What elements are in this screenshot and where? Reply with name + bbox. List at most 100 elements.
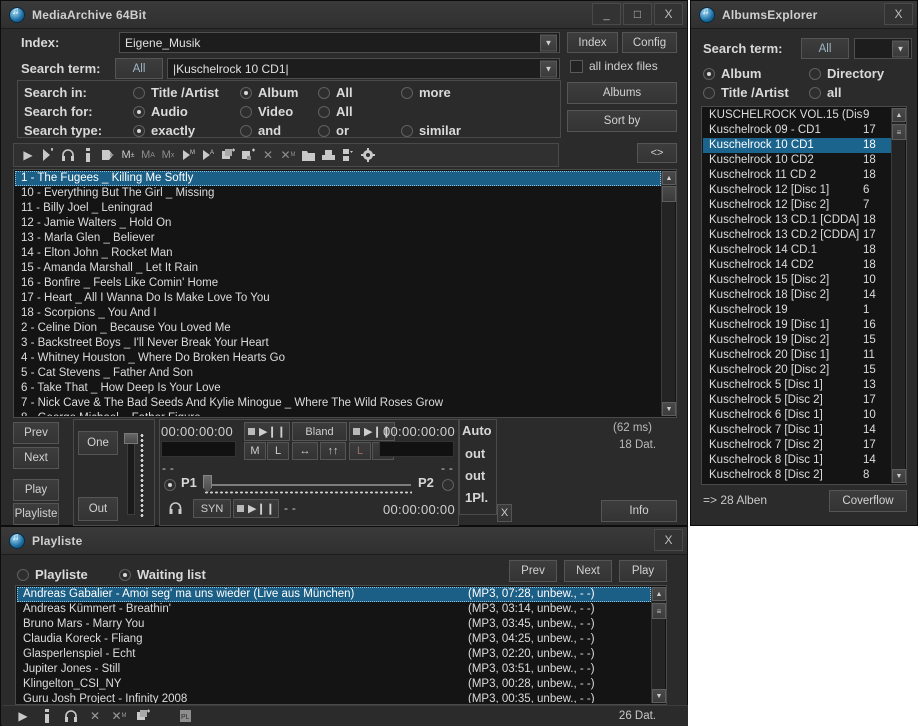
up-up-button[interactable]: ↑↑ <box>320 442 346 460</box>
chevron-down-icon[interactable]: ▼ <box>892 40 909 57</box>
delete-x-icon[interactable]: ✕ <box>260 147 276 163</box>
radio-playlist-mode-playliste[interactable]: Playliste <box>17 567 88 582</box>
m-button[interactable]: M <box>244 442 266 460</box>
radio-search-type-exactly[interactable]: exactly <box>133 123 195 138</box>
headphones-icon[interactable] <box>167 500 183 516</box>
result-row[interactable]: 4 - Whitney Houston _ Where Do Broken He… <box>15 351 661 366</box>
out-label-2[interactable]: out <box>465 468 485 483</box>
folder-icon[interactable] <box>300 147 316 163</box>
close-button[interactable]: X <box>884 3 913 25</box>
stop-play-button-left[interactable]: ▶❙❙ <box>244 422 290 441</box>
play-m-icon[interactable]: M <box>180 147 196 163</box>
album-row[interactable]: Kuschelrock 12 [Disc 1]6 <box>703 183 891 198</box>
album-row[interactable]: Kuschelrock 18 [Disc 2]14 <box>703 288 891 303</box>
tag-play-icon[interactable] <box>100 147 116 163</box>
result-row[interactable]: 15 - Amanda Marshall _ Let It Rain <box>15 261 661 276</box>
playlist-row[interactable]: Claudia Koreck - Fliang(MP3, 04:25, unbe… <box>17 632 651 647</box>
scroll-thumb[interactable]: ≡ <box>892 124 906 140</box>
sort-by-button[interactable]: Sort by <box>567 110 677 132</box>
albums-list[interactable]: KUSCHELROCK VOL.15 (Disc 19Kuschelrock 0… <box>701 106 907 485</box>
play-icon[interactable]: ▶ <box>20 147 36 163</box>
playlist-row[interactable]: Jupiter Jones - Still(MP3, 03:51, unbew.… <box>17 662 651 677</box>
playlist-row[interactable]: Glasperlenspiel - Echt(MP3, 02:20, unbew… <box>17 647 651 662</box>
info-icon[interactable] <box>39 708 55 724</box>
play-a-icon[interactable]: A <box>200 147 216 163</box>
result-row[interactable]: 5 - Cat Stevens _ Father And Son <box>15 366 661 381</box>
playliste-button[interactable]: Playliste <box>13 503 59 525</box>
scroll-up-icon[interactable]: ▲ <box>652 587 666 601</box>
gear-icon[interactable] <box>360 147 376 163</box>
results-scrollbar[interactable]: ▲ ▼ <box>661 171 675 416</box>
playlist-prev-button[interactable]: Prev <box>509 560 557 582</box>
result-row[interactable]: 16 - Bonfire _ Feels Like Comin' Home <box>15 276 661 291</box>
albums-search-combo[interactable]: ▼ <box>854 38 912 59</box>
pl-icon[interactable]: PL <box>177 708 193 724</box>
search-all-button[interactable]: All <box>115 58 163 79</box>
radio-playlist-mode-waiting-list[interactable]: Waiting list <box>119 567 206 582</box>
scroll-thumb[interactable] <box>662 186 676 202</box>
albums-window-titlebar[interactable]: AlbumsExplorer X <box>691 1 917 29</box>
play-button[interactable]: Play <box>13 479 59 501</box>
playlist-row[interactable]: Andreas Kümmert - Breathin'(MP3, 03:14, … <box>17 602 651 617</box>
code-button[interactable]: <> <box>637 143 677 163</box>
result-row[interactable]: 18 - Scorpions _ You And I <box>15 306 661 321</box>
swap-lr-button[interactable]: ↔ <box>292 442 318 460</box>
info-button[interactable]: Info <box>601 500 677 522</box>
radio-albums-directory[interactable]: Directory <box>809 66 884 81</box>
playlist-next-button[interactable]: Next <box>564 560 612 582</box>
p1-radio[interactable] <box>164 479 176 491</box>
scroll-thumb[interactable]: ≡ <box>652 603 666 619</box>
album-row[interactable]: Kuschelrock 20 [Disc 1]11 <box>703 348 891 363</box>
close-button[interactable]: X <box>654 3 683 25</box>
l-button[interactable]: L <box>267 442 289 460</box>
scroll-up-icon[interactable]: ▲ <box>662 171 676 185</box>
radio-search-type-similar[interactable]: similar <box>401 123 461 138</box>
album-row[interactable]: Kuschelrock 7 [Disc 2]17 <box>703 438 891 453</box>
chevron-down-icon[interactable]: ▼ <box>540 34 557 51</box>
result-row[interactable]: 2 - Celine Dion _ Because You Loved Me <box>15 321 661 336</box>
radio-search-in-all[interactable]: All <box>318 85 353 100</box>
playlist-scrollbar[interactable]: ▲ ≡ ▼ <box>651 587 665 703</box>
p2-radio[interactable] <box>442 479 454 491</box>
copy-move-icon[interactable] <box>240 147 256 163</box>
playlist-row[interactable]: Andreas Gabalier - Amoi seg' ma uns wied… <box>17 587 651 602</box>
chevron-down-icon[interactable]: ▼ <box>540 60 557 77</box>
m-plusminus-icon[interactable]: M± <box>120 147 136 163</box>
scroll-up-icon[interactable]: ▲ <box>892 108 906 122</box>
album-row[interactable]: Kuschelrock 8 [Disc 2]8 <box>703 468 891 483</box>
position-slider-track[interactable] <box>206 484 411 486</box>
result-row[interactable]: 1 - The Fugees _ Killing Me Softly <box>15 171 661 186</box>
albums-all-button[interactable]: All <box>801 38 849 59</box>
album-row[interactable]: Kuschelrock 5 [Disc 2]17 <box>703 393 891 408</box>
auto-label[interactable]: Auto <box>462 423 492 438</box>
album-row[interactable]: Kuschelrock 12 [Disc 2]7 <box>703 198 891 213</box>
stop-play-button-syn[interactable]: ▶❙❙ <box>233 499 279 518</box>
one-button[interactable]: One <box>78 431 118 455</box>
copy-add-icon[interactable] <box>135 708 151 724</box>
playlist-row[interactable]: Klingelton_CSI_NY(MP3, 00:28, unbew., - … <box>17 677 651 692</box>
bland-button[interactable]: Bland <box>292 422 347 441</box>
play-icon[interactable]: ▶ <box>15 708 31 724</box>
main-window-titlebar[interactable]: MediaArchive 64Bit _ □ X <box>1 1 687 29</box>
radio-search-for-video[interactable]: Video <box>240 104 293 119</box>
scroll-down-icon[interactable]: ▼ <box>892 469 906 483</box>
result-row[interactable]: 10 - Everything But The Girl _ Missing <box>15 186 661 201</box>
one-playlist-label[interactable]: 1Pl. <box>465 490 488 505</box>
all-index-files-checkbox-row[interactable]: all index files <box>570 59 658 73</box>
volume-slider-track[interactable] <box>127 435 135 515</box>
next-button[interactable]: Next <box>13 447 59 469</box>
result-row[interactable]: 6 - Take That _ How Deep Is Your Love <box>15 381 661 396</box>
album-row[interactable]: Kuschelrock 7 [Disc 1]14 <box>703 423 891 438</box>
album-row[interactable]: Kuschelrock 13 CD.1 [CDDA]18 <box>703 213 891 228</box>
albums-scrollbar[interactable]: ▲ ≡ ▼ <box>891 108 905 483</box>
search-input[interactable]: |Kuschelrock 10 CD1| ▼ <box>167 58 560 79</box>
radio-search-type-and[interactable]: and <box>240 123 281 138</box>
radio-albums-album[interactable]: Album <box>703 66 761 81</box>
scroll-down-icon[interactable]: ▼ <box>652 689 666 703</box>
results-list[interactable]: 1 - The Fugees _ Killing Me Softly10 - E… <box>13 169 677 418</box>
album-row[interactable]: KUSCHELROCK VOL.15 (Disc 19 <box>703 108 891 123</box>
maximize-button[interactable]: □ <box>623 3 652 25</box>
album-row[interactable]: Kuschelrock 19 [Disc 1]16 <box>703 318 891 333</box>
close-button[interactable]: X <box>654 529 683 551</box>
l2-button[interactable]: L <box>349 442 371 460</box>
